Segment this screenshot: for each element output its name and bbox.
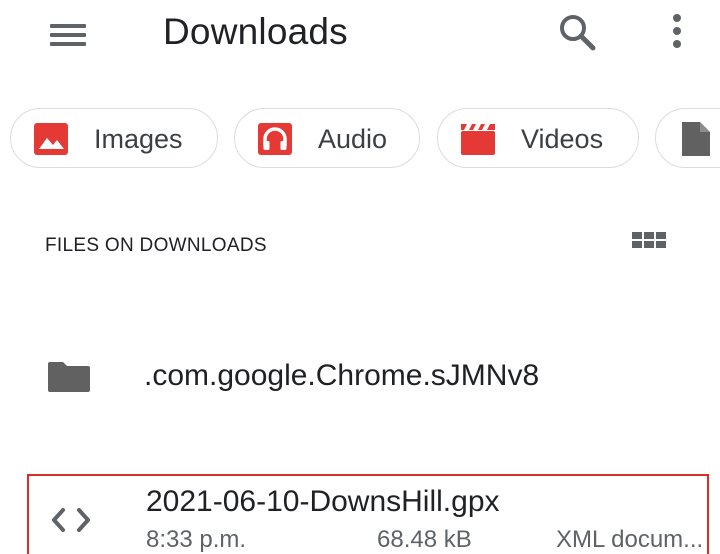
file-size: 68.48 kB	[377, 526, 472, 553]
category-chips: Images Audio Videos	[0, 108, 720, 172]
downloads-screen: Downloads Images Audio Videos FILES ON D…	[0, 0, 720, 554]
search-icon[interactable]	[554, 10, 604, 56]
top-app-bar: Downloads	[0, 0, 720, 66]
more-vertical-icon[interactable]	[660, 10, 694, 56]
chip-audio[interactable]: Audio	[234, 108, 420, 168]
chip-images[interactable]: Images	[10, 108, 218, 168]
file-time: 8:33 p.m.	[146, 526, 247, 553]
folder-name: .com.google.Chrome.sJMNv8	[144, 359, 540, 392]
page-title: Downloads	[163, 11, 348, 52]
chip-label: Audio	[318, 124, 388, 154]
list-item-file[interactable]: 2021-06-10-DownsHill.gpx 8:33 p.m. 68.48…	[27, 474, 709, 554]
grid-view-icon[interactable]	[628, 228, 672, 262]
code-icon	[47, 504, 95, 536]
document-icon	[678, 122, 714, 156]
section-title: FILES ON DOWNLOADS	[45, 235, 267, 256]
chip-label: Videos	[521, 124, 604, 154]
chip-videos[interactable]: Videos	[437, 108, 639, 168]
image-icon	[33, 122, 69, 156]
folder-icon	[46, 360, 92, 394]
clapperboard-icon	[460, 122, 496, 156]
chip-label: Images	[94, 124, 183, 154]
file-type: XML docum...	[556, 526, 704, 553]
headphones-icon	[257, 122, 293, 156]
list-item-folder[interactable]: .com.google.Chrome.sJMNv8	[0, 338, 720, 416]
file-name: 2021-06-10-DownsHill.gpx	[146, 485, 500, 518]
hamburger-menu-icon[interactable]	[46, 18, 92, 52]
chip-documents[interactable]	[655, 108, 720, 168]
